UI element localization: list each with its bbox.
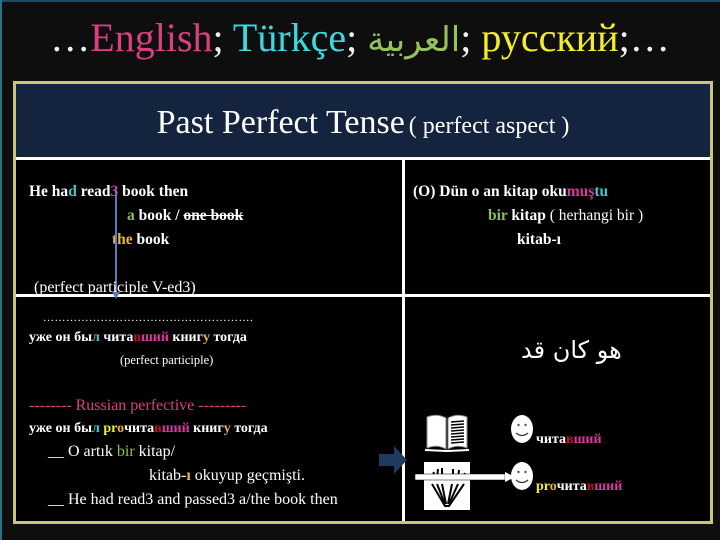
text-segment: muş (566, 183, 595, 200)
text-segment: okuyup geçmişti. (190, 467, 305, 484)
text-segment: ший (594, 479, 623, 494)
perfective-heading: -------- Russian perfective --------- (29, 397, 247, 414)
header-divider (16, 157, 710, 160)
english-line-1: He had read3 book then (29, 180, 188, 204)
text-segment: ( herhangi bir ) (549, 207, 644, 224)
open-book-icon (424, 409, 470, 455)
text-segment: d (68, 183, 77, 200)
hand-icon (424, 462, 470, 510)
text-segment: pr (103, 421, 118, 436)
title-russian: русский (481, 15, 619, 60)
text-segment: в (154, 421, 162, 436)
text-segment: ший (573, 432, 602, 447)
title-separator: ; (460, 15, 482, 60)
text-segment: bir (488, 207, 508, 224)
header-subtitle: ( perfect aspect ) (408, 113, 570, 139)
table-header: Past Perfect Tense ( perfect aspect ) (16, 84, 710, 157)
text-segment: a (127, 207, 135, 224)
text-segment: o (549, 479, 557, 494)
text-segment: уже он бы (29, 421, 92, 436)
text-segment: kitap (507, 207, 550, 224)
left-edge (0, 0, 2, 540)
turkish-line-1: (O) Dün o an kitap okumuştu (413, 180, 608, 204)
title-english: English (90, 15, 213, 60)
word-prochitavshiy: proчитавший (536, 475, 622, 499)
text-segment: у (223, 421, 231, 436)
title-separator: ; (212, 15, 233, 60)
text-segment: He ha (29, 183, 69, 200)
header-title: Past Perfect Tense (156, 104, 405, 141)
text-segment: ший (140, 330, 169, 345)
text-segment: в (133, 330, 141, 345)
arabic-phrase: هو كان قد (521, 336, 622, 364)
text-segment: (O) Dün o an kitap oku (413, 183, 567, 200)
text-segment: tu (594, 183, 609, 200)
title-arabic: العربية (367, 20, 461, 60)
text-segment: в (566, 432, 574, 447)
text-segment: тогда (209, 330, 247, 345)
text-segment: bir (116, 443, 135, 460)
turkish-translation-1: __ O artık bir kitap/ (48, 440, 175, 464)
grammar-table: Past Perfect Tense ( perfect aspect ) He… (13, 81, 713, 524)
hand-arrow-icon (415, 472, 515, 482)
text-segment: kitab- (149, 467, 187, 484)
word-chitavshiy: читавший (536, 428, 602, 452)
english-line-2: a book / one book (127, 204, 243, 228)
smiley-icon (511, 415, 533, 443)
text-segment: чита (124, 421, 155, 436)
english-note: (perfect participle V-ed3) (34, 279, 196, 296)
text-segment: л (92, 421, 100, 436)
language-title: …English; Türkçe; العربية; русский;… (0, 0, 720, 72)
text-segment: book (132, 231, 170, 248)
title-prefix: … (50, 15, 91, 60)
title-turkish: Türkçe (232, 15, 347, 60)
english-line-3: the book (112, 228, 169, 252)
turkish-translation-2: kitab-ı okuyup geçmişti. (149, 464, 305, 488)
text-segment: read (76, 183, 111, 200)
text-segment: чита (556, 479, 587, 494)
text-segment: уже он бы (29, 330, 92, 345)
text-segment: book / (134, 207, 184, 224)
text-segment: книг (189, 421, 224, 436)
text-segment: kitap/ (134, 443, 176, 460)
turkish-line-3: kitab-ı (517, 231, 561, 248)
russian-note: (perfect participle) (120, 353, 214, 367)
text-segment: book then (118, 183, 189, 200)
text-segment: чита (99, 330, 134, 345)
smiley-icon (511, 462, 533, 490)
russian-sentence: уже он был читавший книгу тогда (29, 326, 247, 350)
struck-text: one book (183, 207, 244, 224)
text-segment: тогда (230, 421, 268, 436)
english-translation: __ He had read3 and passed3 a/the book t… (48, 491, 338, 508)
text-segment: л (92, 330, 100, 345)
text-segment: книг (168, 330, 203, 345)
text-segment: __ O artık (48, 443, 117, 460)
text-segment: у (202, 330, 210, 345)
turkish-line-2: bir kitap ( herhangi bir ) (488, 204, 643, 228)
right-arrow-icon (379, 446, 407, 474)
title-suffix: ;… (618, 15, 670, 60)
text-segment: чита (536, 432, 567, 447)
text-segment: pr (536, 479, 550, 494)
title-separator: ; (346, 15, 368, 60)
perfective-sentence: уже он был proчитавший книгу тогда (29, 417, 268, 441)
text-segment: ший (161, 421, 190, 436)
